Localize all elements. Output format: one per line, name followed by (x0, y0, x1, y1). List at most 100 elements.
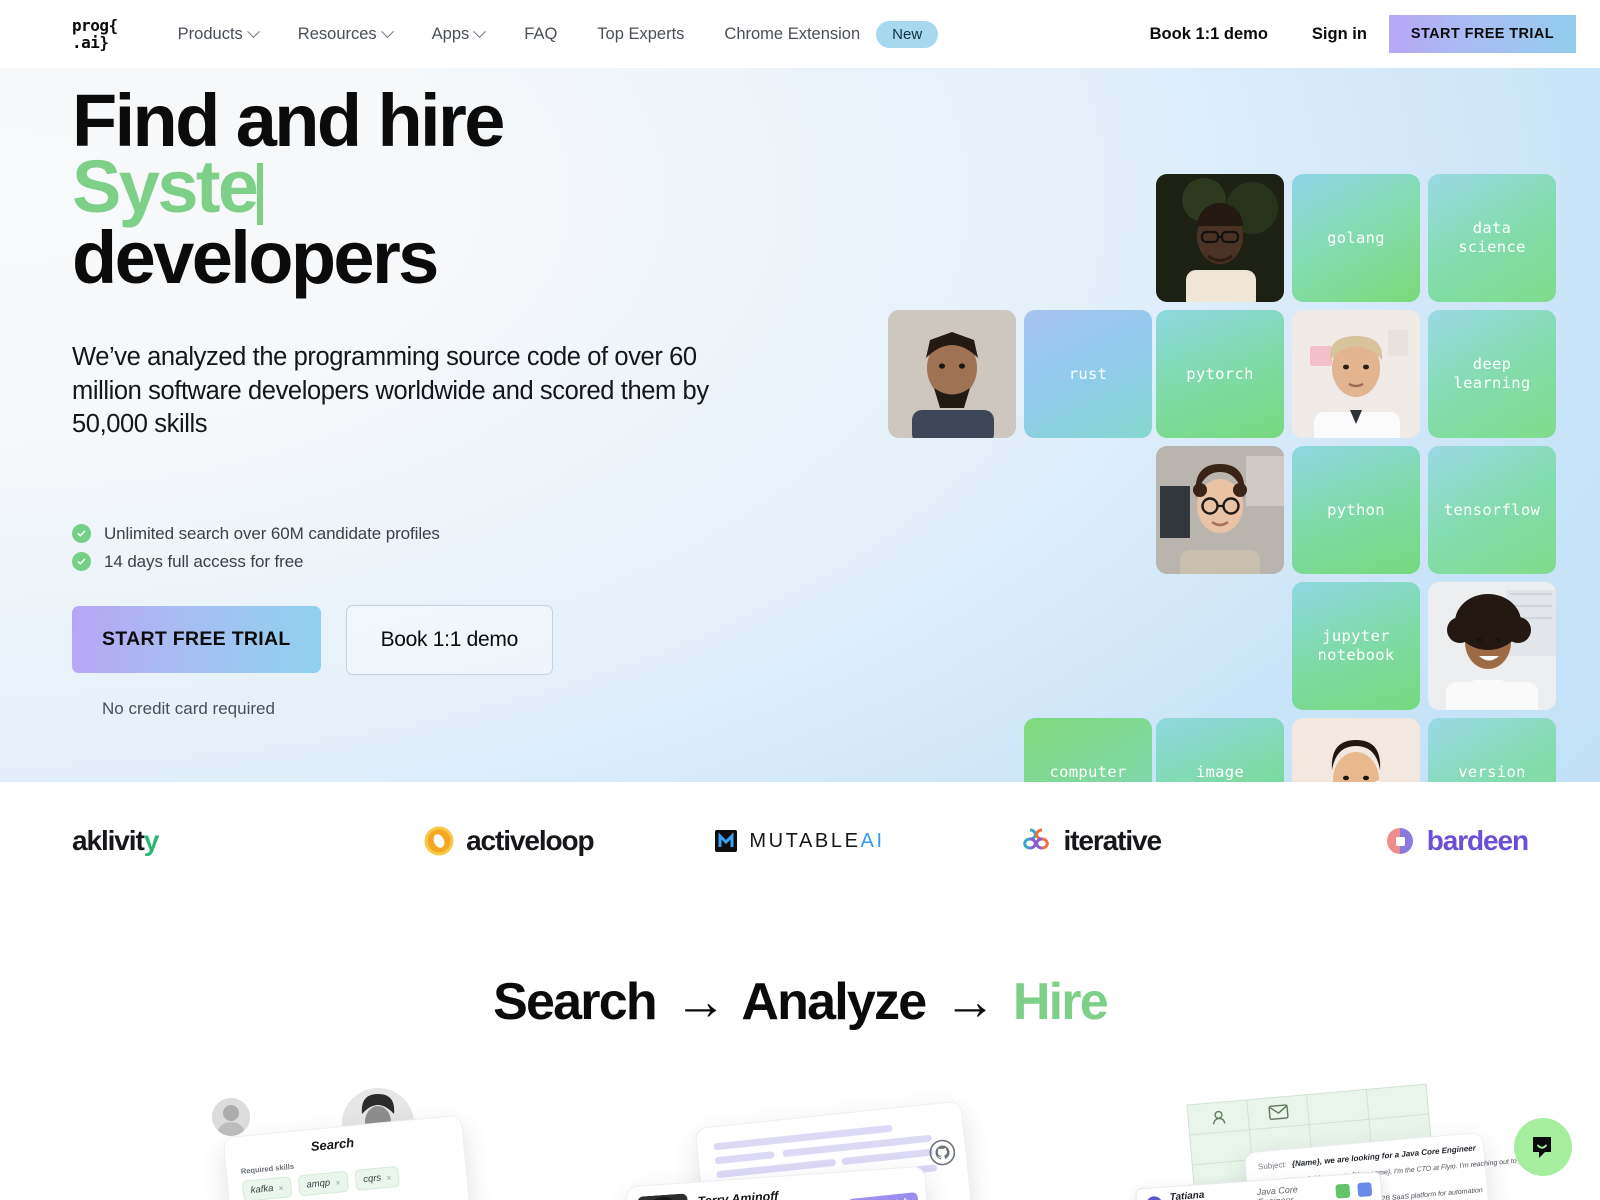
process-heading: Search → Analyze → Hire (0, 972, 1600, 1032)
brand-logo[interactable]: prog{ .ai} (72, 17, 118, 51)
check-circle-icon (72, 552, 91, 571)
activeloop-mark-icon (424, 826, 454, 856)
skill-tag[interactable]: kafka × (241, 1176, 293, 1200)
avatar (212, 1098, 250, 1136)
logo-aklivity-text: aklivit (72, 825, 145, 856)
github-icon (928, 1138, 957, 1172)
logo-mutableai: MUTABLEAI (654, 830, 945, 853)
nav-item-faq[interactable]: FAQ (504, 25, 577, 44)
avatar (1145, 1195, 1163, 1200)
chat-widget-button[interactable] (1514, 1118, 1572, 1176)
logo-iterative-text: iterative (1063, 825, 1162, 856)
developer-photo-4 (1156, 446, 1284, 574)
chevron-down-icon (246, 24, 260, 38)
feature-item-label: 14 days full access for free (104, 551, 304, 571)
headline-line-3: developers (72, 216, 439, 299)
customer-logo-bar: aklivity activeloop MUTABLEAI iterative (0, 782, 1600, 900)
skill-tile-tensorflow[interactable]: tensorflow (1428, 446, 1556, 574)
process-step-hire: Hire (1012, 973, 1109, 1031)
bardeen-mark-icon (1386, 828, 1413, 854)
skill-tile-golang[interactable]: golang (1292, 174, 1420, 302)
hero-copy: Find and hire Syste developers We’ve ana… (72, 84, 832, 719)
logo-activeloop-text: activeloop (466, 825, 595, 856)
skill-tile-deep-learning[interactable]: deep learning (1428, 310, 1556, 438)
skill-tile-rust[interactable]: rust (1024, 310, 1152, 438)
send-email-button[interactable] (1357, 1182, 1373, 1198)
person-icon (1212, 1110, 1225, 1124)
nav-start-free-trial-button[interactable]: START FREE TRIAL (1388, 15, 1576, 53)
placeholder-bar (714, 1151, 776, 1165)
hero-start-free-trial-button[interactable]: START FREE TRIAL (72, 606, 321, 673)
arrow-right-icon: → (944, 973, 996, 1031)
process-illustrations: Search Required skills kafka × amqp × cqrs… (0, 1084, 1600, 1200)
developer-photo-3 (1292, 310, 1420, 438)
mail-icon (1267, 1104, 1289, 1121)
skill-tile-data-science[interactable]: data science (1428, 174, 1556, 302)
nav-item-resources[interactable]: Resources (278, 25, 412, 44)
nav-item-products[interactable]: Products (178, 25, 278, 44)
skill-tag-label: amqp (305, 1177, 331, 1191)
feature-item: Unlimited search over 60M candidate prof… (72, 524, 832, 544)
avatar (637, 1193, 691, 1200)
skill-tag-label: kafka (250, 1182, 274, 1197)
skill-tile-pytorch[interactable]: pytorch (1156, 310, 1284, 438)
hero-subtitle: We’ve analyzed the programming source co… (72, 343, 709, 438)
logo-bardeen: bardeen (1237, 825, 1529, 857)
search-panel-title: Search (310, 1134, 355, 1155)
skill-tag[interactable]: amqp × (297, 1170, 350, 1197)
top-navigation-bar: prog{ .ai} Products Resources Apps FAQ T… (0, 0, 1600, 68)
close-icon[interactable]: × (335, 1177, 341, 1187)
hero-book-demo-button[interactable]: Book 1:1 demo (345, 604, 553, 675)
logo-aklivity-accent: y (143, 825, 160, 856)
developer-photo-1 (1156, 174, 1284, 302)
skill-tile-version-control[interactable]: version control (1428, 718, 1556, 782)
profile-name: Terry Aminoff (697, 1188, 779, 1200)
skill-tile-python[interactable]: python (1292, 446, 1420, 574)
close-icon[interactable]: × (278, 1182, 284, 1192)
mutableai-mark-icon (715, 830, 738, 852)
process-step-analyze: Analyze (741, 973, 927, 1031)
sign-in-link[interactable]: Sign in (1290, 25, 1389, 44)
skill-tag[interactable]: cqrs × (354, 1165, 401, 1191)
process-section: Search → Analyze → Hire (0, 900, 1600, 1032)
search-panel[interactable]: Search Required skills kafka × amqp × cqrs… (222, 1114, 473, 1200)
nav-book-demo-link[interactable]: Book 1:1 demo (1128, 25, 1290, 44)
developer-photo-5 (1428, 582, 1556, 710)
nav-item-top-experts[interactable]: Top Experts (577, 25, 704, 44)
nav-item-resources-label: Resources (297, 24, 377, 43)
nav-item-apps[interactable]: Apps (412, 25, 505, 44)
developer-photo-2 (888, 310, 1016, 438)
feature-item-label: Unlimited search over 60M candidate prof… (104, 523, 440, 543)
download-button[interactable] (1334, 1183, 1351, 1199)
hero-section: Find and hire Syste developers We’ve ana… (0, 68, 1600, 782)
arrow-right-icon: → (674, 973, 726, 1031)
check-circle-icon (72, 524, 91, 543)
process-step-search: Search (493, 973, 657, 1031)
chevron-down-icon (473, 24, 487, 38)
outreach-row-name: Tatiana Rosser (1169, 1189, 1205, 1200)
logo-mutableai-accent: AI (860, 829, 885, 852)
developer-photo-6 (1292, 718, 1420, 782)
nav-links: Products Resources Apps FAQ Top Experts … (178, 20, 1128, 48)
chevron-down-icon (380, 24, 394, 38)
outreach-row-role: Java Core Engineer (1256, 1184, 1299, 1200)
placeholder-bar (841, 1148, 934, 1166)
chat-smile-icon (1533, 1137, 1551, 1158)
feature-item: 14 days full access for free (72, 552, 832, 572)
match-badge: 94% match (847, 1192, 920, 1200)
logo-aklivity: aklivity (72, 825, 363, 857)
close-icon[interactable]: × (386, 1172, 392, 1182)
nav-item-chrome-extension[interactable]: Chrome Extension New (704, 20, 958, 48)
skill-tile-jupyter-notebook[interactable]: jupyter notebook (1292, 582, 1420, 710)
logo-bardeen-text: bardeen (1426, 825, 1529, 856)
required-skills-label: Required skills (240, 1161, 295, 1176)
nav-item-chrome-extension-label: Chrome Extension (724, 24, 861, 43)
email-subject-label: Subject: (1257, 1159, 1288, 1172)
page-title: Find and hire Syste developers (72, 84, 832, 295)
logo-line-2: .ai} (72, 33, 109, 52)
skill-tile-image-processing[interactable]: image processing (1156, 718, 1284, 782)
skill-tile-computer-vision[interactable]: computer vision (1024, 718, 1152, 782)
no-credit-card-note: No credit card required (102, 698, 275, 718)
hero-feature-list: Unlimited search over 60M candidate prof… (72, 524, 832, 572)
headline-typed-skill: Syste (72, 145, 259, 228)
